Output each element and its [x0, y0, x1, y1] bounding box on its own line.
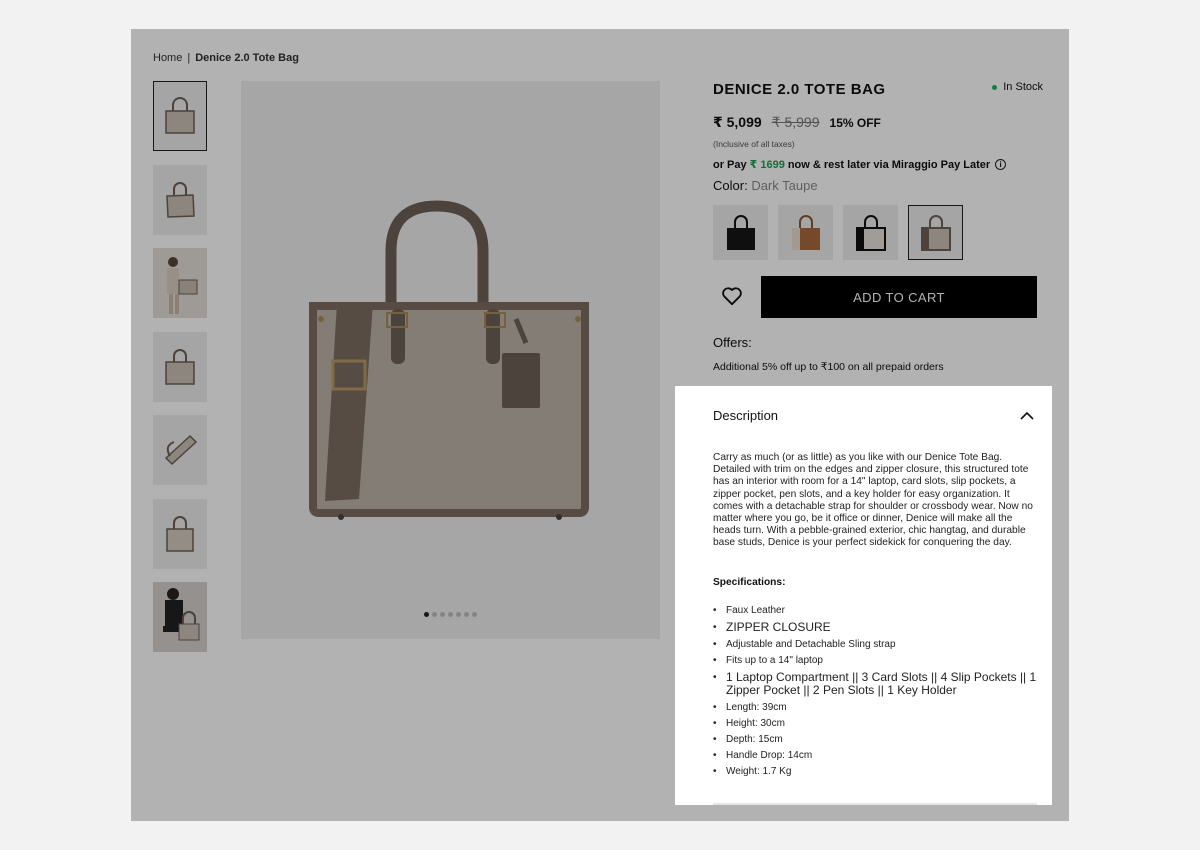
tote-bag-illustration: [309, 200, 589, 520]
specifications-title: Specifications:: [713, 577, 786, 588]
price-row: ₹ 5,099 ₹ 5,999 15% OFF: [713, 114, 881, 131]
carousel-dots: [241, 612, 660, 617]
stock-status: In Stock: [992, 81, 1043, 93]
thumbnail-model-seated[interactable]: [153, 582, 207, 652]
spec-item: Height: 30cm: [713, 718, 1043, 730]
divider: [713, 803, 1037, 805]
taxes-note: (Inclusive of all taxes): [713, 139, 795, 149]
spec-item: Handle Drop: 14cm: [713, 750, 1043, 762]
description-body: Carry as much (or as little) as you like…: [713, 452, 1033, 549]
specifications-list: Faux Leather ZIPPER CLOSURE Adjustable a…: [713, 605, 1043, 782]
spec-item: Fits up to a 14" laptop: [713, 655, 1043, 667]
original-price: ₹ 5,999: [771, 114, 820, 130]
description-header[interactable]: Description: [713, 408, 1035, 423]
spec-item: ZIPPER CLOSURE: [713, 620, 1043, 635]
thumbnail-bag-front-plain[interactable]: [153, 331, 207, 402]
stock-dot-icon: [992, 84, 998, 90]
chevron-up-icon[interactable]: [1019, 411, 1035, 421]
color-row: Color: Dark Taupe: [713, 178, 818, 193]
add-to-cart-button[interactable]: ADD TO CART: [761, 276, 1037, 318]
breadcrumb-current: Denice 2.0 Tote Bag: [195, 52, 299, 64]
pay-later-prefix: or Pay: [713, 158, 747, 171]
swatch-tan[interactable]: [778, 205, 833, 260]
pay-later-suffix: now & rest later via Miraggio Pay Later: [787, 158, 991, 171]
thumbnail-bag-interior[interactable]: [153, 415, 207, 485]
wishlist-heart-icon[interactable]: [721, 286, 745, 308]
carousel-dot[interactable]: [448, 612, 453, 617]
pay-later-row: or Pay ₹ 1699 now & rest later via Mirag…: [713, 158, 1007, 171]
swatch-black[interactable]: [713, 205, 768, 260]
description-panel: Description Carry as much (or as little)…: [675, 386, 1052, 805]
swatch-black-beige[interactable]: [843, 205, 898, 260]
spec-item: Weight: 1.7 Kg: [713, 766, 1043, 778]
offers-label: Offers:: [713, 335, 752, 350]
thumbnail-bag-front[interactable]: [153, 81, 207, 151]
carousel-dot[interactable]: [464, 612, 469, 617]
product-title: DENICE 2.0 TOTE BAG: [713, 81, 886, 98]
color-swatches: [713, 205, 963, 260]
carousel-dot[interactable]: [456, 612, 461, 617]
breadcrumb: Home | Denice 2.0 Tote Bag: [153, 52, 299, 64]
sale-price: ₹ 5,099: [713, 114, 762, 130]
carousel-dot[interactable]: [432, 612, 437, 617]
carousel-dot[interactable]: [424, 612, 429, 617]
thumbnail-model-holding[interactable]: [153, 248, 207, 318]
spec-item: Faux Leather: [713, 605, 1043, 617]
main-product-image[interactable]: [241, 81, 660, 639]
stock-label: In Stock: [1003, 81, 1043, 93]
color-label: Color:: [713, 178, 748, 193]
thumbnail-bag-angled[interactable]: [153, 164, 207, 235]
thumbnail-strip: [153, 81, 207, 666]
spec-item: Depth: 15cm: [713, 734, 1043, 746]
carousel-dot[interactable]: [472, 612, 477, 617]
thumbnail-bag-side[interactable]: [153, 498, 207, 569]
swatch-dark-taupe[interactable]: [908, 205, 963, 260]
spec-item: 1 Laptop Compartment || 3 Card Slots || …: [713, 670, 1043, 698]
carousel-dot[interactable]: [440, 612, 445, 617]
spec-item: Length: 39cm: [713, 702, 1043, 714]
offer-text: Additional 5% off up to ₹100 on all prep…: [713, 361, 944, 373]
breadcrumb-home-link[interactable]: Home: [153, 52, 182, 64]
cart-row: ADD TO CART: [713, 276, 1037, 318]
breadcrumb-separator: |: [187, 52, 191, 64]
color-value: Dark Taupe: [751, 178, 818, 193]
description-heading: Description: [713, 408, 779, 423]
discount-badge: 15% OFF: [829, 116, 881, 130]
info-icon[interactable]: i: [995, 159, 1007, 170]
pay-later-amount: ₹ 1699: [749, 159, 785, 171]
spec-item: Adjustable and Detachable Sling strap: [713, 639, 1043, 651]
